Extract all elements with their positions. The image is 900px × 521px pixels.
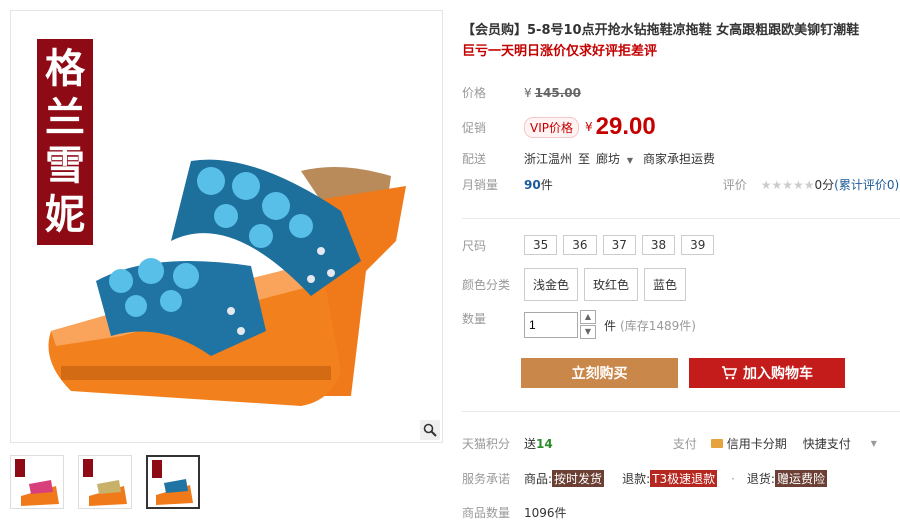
- increase-button[interactable]: ▲: [580, 310, 596, 324]
- promo-price: 29.00: [595, 113, 656, 140]
- sales-label: 月销量: [462, 178, 499, 192]
- original-price-row: 价格 ¥ 145.00: [462, 84, 581, 101]
- quantity-label: 数量: [462, 312, 487, 326]
- add-to-cart-button[interactable]: 加入购物车: [689, 358, 845, 388]
- chevron-down-icon[interactable]: ▼: [871, 439, 877, 448]
- service-label: 服务承诺: [462, 472, 511, 486]
- review-count-row: 商品数量 1096件: [462, 504, 567, 521]
- promo-label: 促销: [462, 120, 487, 135]
- product-gallery: 格 兰 雪 妮: [10, 10, 443, 514]
- size-label: 尺码: [462, 238, 487, 253]
- service-item-label: 商品:: [524, 472, 553, 486]
- service-item-label: 退货:: [746, 472, 775, 486]
- ontime-delivery-badge[interactable]: 按时发货: [552, 470, 605, 487]
- thumbnail-strip: [10, 455, 200, 509]
- credit-card-icon: [710, 439, 723, 448]
- color-label: 颜色分类: [462, 278, 511, 292]
- size-option[interactable]: 35: [524, 235, 558, 255]
- size-option[interactable]: 39: [681, 235, 715, 255]
- product-info: 【会员购】5-8号10点开抢水钻拖鞋凉拖鞋 女高跟粗跟欧美铆钉潮鞋 巨亏一天明日…: [462, 0, 900, 520]
- quantity-stepper: ▲ ▼: [580, 310, 596, 340]
- review-count-link[interactable]: (累计评价0): [834, 176, 899, 193]
- points-label: 天猫积分: [462, 437, 511, 451]
- vip-badge: VIP价格: [524, 116, 579, 138]
- sandal-illustration: [48, 159, 406, 406]
- review-count-value: 1096件: [524, 506, 567, 520]
- quick-pay[interactable]: 快捷支付: [803, 435, 851, 452]
- shipping-label: 配送: [462, 152, 487, 166]
- thumbnail-gold[interactable]: [78, 455, 132, 509]
- fast-refund-badge[interactable]: T3极速退款: [650, 470, 718, 487]
- cart-icon: [722, 366, 737, 380]
- ship-destination: 廊坊: [596, 152, 621, 166]
- sales-row: 月销量 90 件 评价 ★★★★★ 0分 (累计评价0): [462, 176, 900, 193]
- quantity-input[interactable]: [524, 312, 578, 338]
- shipping-insurance-badge[interactable]: 赠运费险: [774, 470, 827, 487]
- ship-to-word: 至: [578, 152, 591, 166]
- shipping-row: 配送 浙江温州 至 廊坊 ▼ 商家承担运费: [462, 150, 715, 167]
- service-item-label: 退款:: [622, 472, 651, 486]
- thumbnail-pink[interactable]: [10, 455, 64, 509]
- add-to-cart-label: 加入购物车: [743, 366, 813, 382]
- pay-label: 支付: [672, 437, 697, 451]
- points-give: 送: [524, 437, 537, 451]
- thumbnail-blue[interactable]: [146, 455, 200, 509]
- rating-score: 0分: [814, 178, 835, 192]
- sales-unit: 件: [540, 178, 553, 192]
- quantity-unit: 件: [604, 318, 617, 333]
- thumbnail-image: [83, 459, 127, 506]
- shipping-fee: 商家承担运费: [643, 152, 716, 166]
- chevron-down-icon: ▼: [626, 156, 634, 165]
- size-option[interactable]: 38: [641, 235, 676, 255]
- dot-separator: ·: [731, 471, 735, 486]
- decrease-button[interactable]: ▼: [580, 325, 596, 339]
- thumbnail-image: [152, 460, 193, 505]
- color-option[interactable]: 蓝色: [644, 268, 687, 301]
- zoom-icon[interactable]: [420, 420, 440, 440]
- sales-count: 90: [524, 177, 541, 192]
- product-subtitle: 巨亏一天明日涨价仅求好评拒差评: [462, 44, 658, 59]
- thumbnail-image: [15, 459, 59, 506]
- service-row: 服务承诺 商品: 按时发货 退款: T3极速退款 · 退货: 赠运费险: [462, 470, 827, 487]
- color-option[interactable]: 玫红色: [584, 268, 639, 301]
- stock-info: (库存1489件): [620, 318, 696, 333]
- divider: [462, 411, 900, 412]
- review-count-label: 商品数量: [462, 506, 511, 520]
- size-option[interactable]: 36: [563, 235, 597, 255]
- points-value: 14: [536, 436, 553, 451]
- divider: [462, 218, 900, 219]
- ship-destination-select[interactable]: 廊坊 ▼: [596, 150, 633, 167]
- credit-installment[interactable]: 信用卡分期: [727, 435, 787, 452]
- original-price: 145.00: [534, 85, 581, 100]
- product-title: 【会员购】5-8号10点开抢水钻拖鞋凉拖鞋 女高跟粗跟欧美铆钉潮鞋: [462, 23, 860, 38]
- rating-label: 评价: [722, 178, 747, 192]
- points-row: 天猫积分 送 14 支付 信用卡分期 快捷支付 ▼: [462, 435, 900, 452]
- size-option[interactable]: 37: [602, 235, 636, 255]
- buy-now-button[interactable]: 立刻购买: [521, 358, 678, 388]
- ship-from: 浙江温州: [524, 152, 573, 166]
- color-option[interactable]: 浅金色: [524, 268, 579, 301]
- size-row: 尺码 35 36 37 38 39: [462, 235, 720, 255]
- promo-price-row: 促销 VIP价格 ¥ 29.00: [462, 113, 656, 141]
- yen-sign: ¥: [585, 120, 593, 134]
- price-label: 价格: [462, 86, 487, 100]
- quantity-row: 数量 ▲ ▼ 件 (库存1489件): [462, 310, 696, 340]
- main-product-image[interactable]: 格 兰 雪 妮: [10, 10, 443, 443]
- rating-stars: ★★★★★: [760, 177, 815, 192]
- color-row: 颜色分类 浅金色 玫红色 蓝色: [462, 268, 692, 301]
- yen-sign: ¥: [524, 85, 532, 100]
